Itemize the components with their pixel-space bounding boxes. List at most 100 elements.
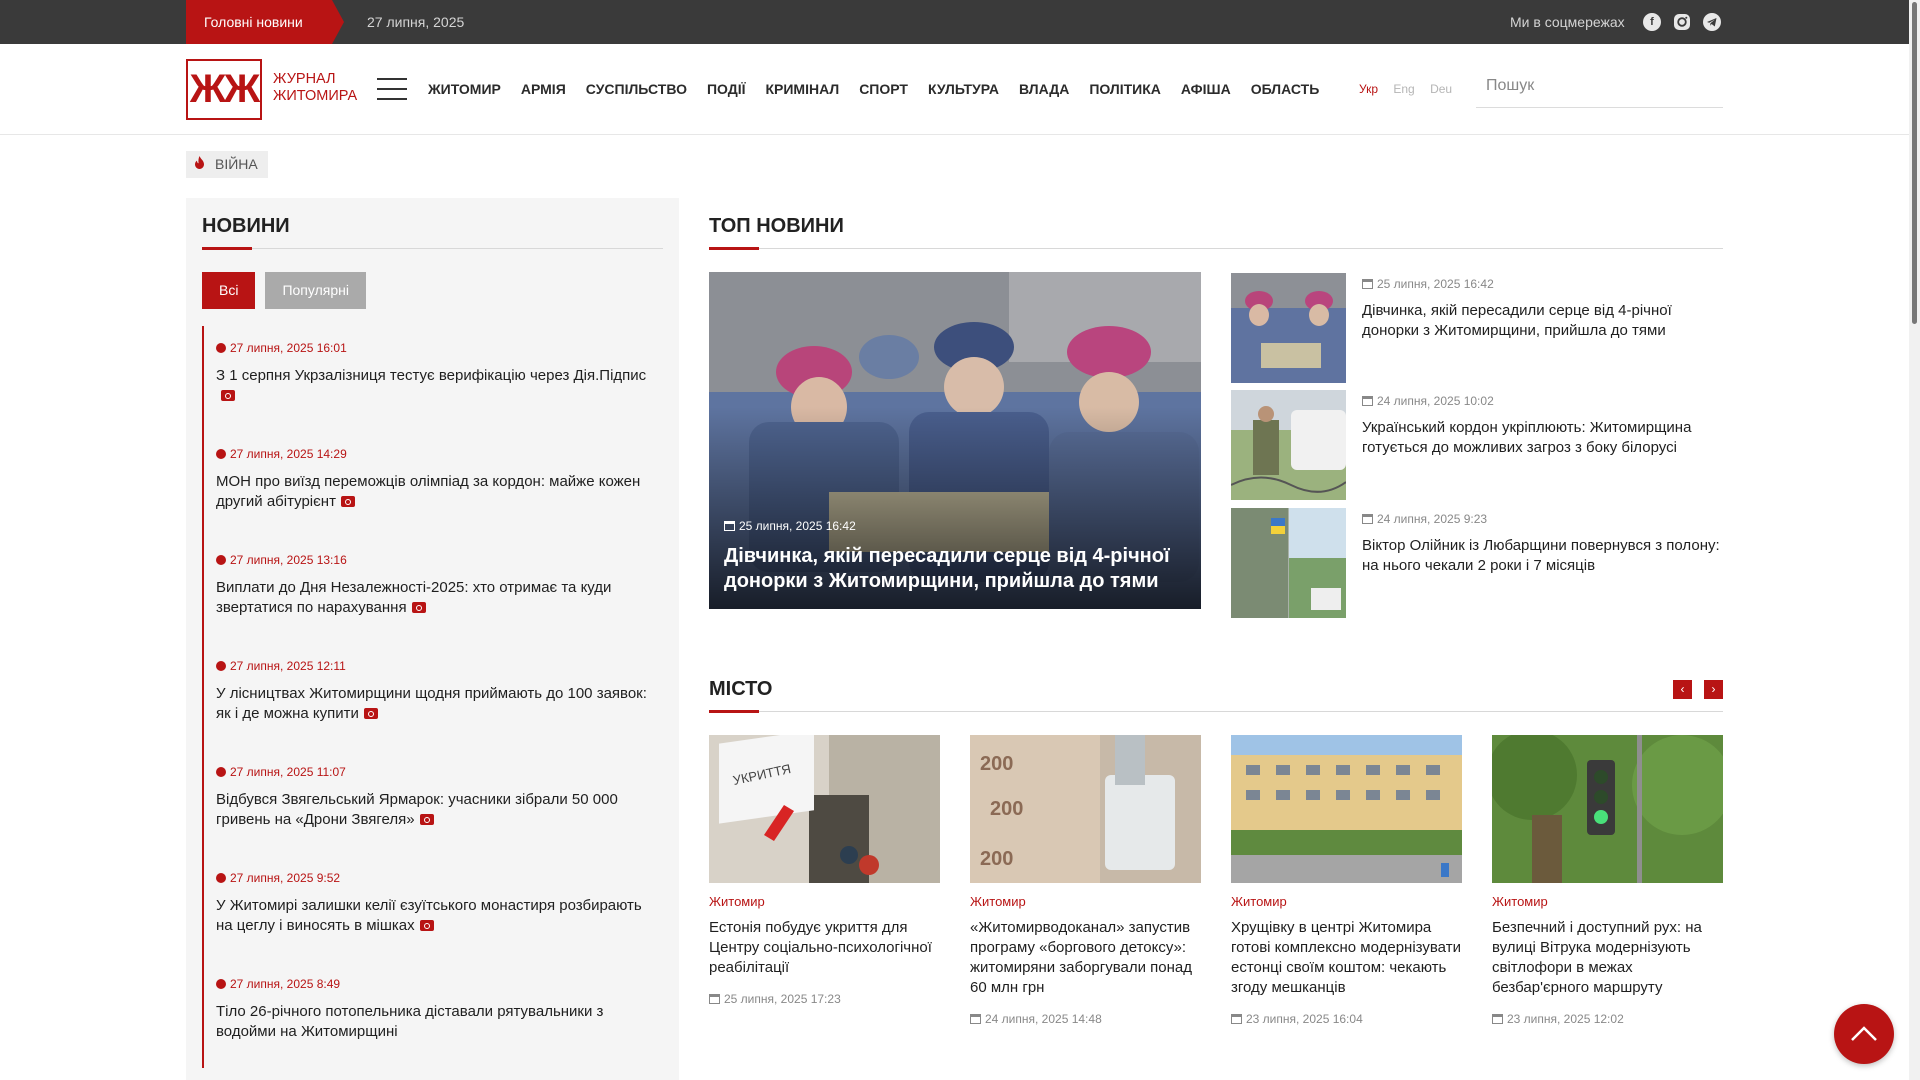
clock-icon <box>216 343 226 353</box>
nav-item-region[interactable]: ОБЛАСТЬ <box>1251 81 1320 97</box>
list-item[interactable]: 27 липня, 2025 12:11 У лісництвах Житоми… <box>202 644 663 750</box>
tag-label: ВІЙНА <box>215 156 258 172</box>
page-scrollbar[interactable] <box>1909 0 1920 1080</box>
flame-icon <box>194 151 205 178</box>
feature-article[interactable]: 25 липня, 2025 16:42 Дівчинка, якій пере… <box>709 272 1201 609</box>
calendar-icon <box>1362 396 1373 406</box>
news-thumbnail[interactable] <box>1231 508 1346 618</box>
news-thumbnail[interactable] <box>1231 390 1346 500</box>
news-thumbnail[interactable] <box>1231 273 1346 383</box>
city-section-title: МІСТО <box>709 678 773 700</box>
list-item[interactable]: 27 липня, 2025 8:49 Тіло 26-річного пото… <box>202 962 663 1068</box>
card-image[interactable] <box>1231 735 1462 883</box>
top-news-title: ТОП НОВИНИ <box>709 215 844 237</box>
search-input[interactable] <box>1476 64 1723 108</box>
camera-icon <box>363 708 378 719</box>
camera-icon <box>221 390 235 401</box>
menu-icon[interactable] <box>377 78 407 108</box>
list-item[interactable]: 27 липня, 2025 13:16 Виплати до Дня Неза… <box>202 538 663 644</box>
top-news-item[interactable]: 24 липня, 2025 9:23 Віктор Олійник із Лю… <box>1231 508 1723 618</box>
card-category[interactable]: Житомир <box>1231 894 1462 909</box>
list-item[interactable]: 27 липня, 2025 14:29 МОН про виїзд перем… <box>202 432 663 538</box>
list-item[interactable]: 27 липня, 2025 11:07 Відбувся Звягельськ… <box>202 750 663 856</box>
nav-item-sport[interactable]: СПОРТ <box>859 81 908 97</box>
card-image[interactable]: УКРИТТЯ <box>709 735 940 883</box>
news-title[interactable]: Дівчинка, якій пересадили серце від 4-рі… <box>1362 301 1723 341</box>
news-time: 27 липня, 2025 14:29 <box>230 447 347 461</box>
banknote-text: 200 <box>980 848 1013 870</box>
logo-line-1: ЖУРНАЛ <box>273 71 336 87</box>
tab-all[interactable]: Всі <box>202 272 256 309</box>
lang-ukr[interactable]: Укр <box>1359 82 1378 96</box>
city-card[interactable]: 200 200 200 Житомир «Житомирводоканал» зап… <box>970 735 1201 1026</box>
main-news-label: Головні новини <box>204 14 303 30</box>
news-title[interactable]: Відбувся Звягельський Ярмарок: учасники … <box>216 791 618 828</box>
news-time: 27 липня, 2025 16:01 <box>230 341 347 355</box>
card-image[interactable] <box>1492 735 1723 883</box>
list-item[interactable]: 27 липня, 2025 16:01 З 1 серпня Укрзаліз… <box>202 326 663 432</box>
news-time: 27 липня, 2025 9:52 <box>230 871 341 885</box>
top-news-item[interactable]: 25 липня, 2025 16:42 Дівчинка, якій пере… <box>1231 273 1723 383</box>
nav-item-zhytomyr[interactable]: ЖИТОМИР <box>428 81 501 97</box>
nav-item-government[interactable]: ВЛАДА <box>1019 81 1069 97</box>
card-category[interactable]: Житомир <box>970 894 1201 909</box>
banknote-text: 200 <box>990 798 1023 820</box>
card-category[interactable]: Житомир <box>1492 894 1723 909</box>
nav-item-politics[interactable]: ПОЛІТИКА <box>1089 81 1161 97</box>
nav-item-events[interactable]: ПОДІЇ <box>707 81 746 97</box>
city-card[interactable]: Житомир Безпечний і доступний рух: на ву… <box>1492 735 1723 1026</box>
war-tag[interactable]: ВІЙНА <box>186 151 268 178</box>
scrollbar-thumb[interactable] <box>1912 2 1917 324</box>
lang-eng[interactable]: Eng <box>1393 82 1414 96</box>
site-logo-text[interactable]: ЖУРНАЛ ЖИТОМИРА <box>273 71 357 105</box>
tab-popular[interactable]: Популярні <box>265 272 366 309</box>
clock-icon <box>216 873 226 883</box>
card-title[interactable]: «Житомирводоканал» запустив програму «бо… <box>970 918 1201 998</box>
news-title[interactable]: МОН про виїзд переможців олімпіад за кор… <box>216 473 640 510</box>
card-title[interactable]: Хрущівку в центрі Житомира готові компле… <box>1231 918 1462 998</box>
news-title[interactable]: З 1 серпня Укрзалізниця тестує верифікац… <box>216 367 646 384</box>
instagram-icon[interactable] <box>1673 13 1691 31</box>
card-category[interactable]: Житомир <box>709 894 940 909</box>
news-date: 24 липня, 2025 10:02 <box>1377 394 1494 408</box>
news-title[interactable]: Віктор Олійник із Любарщини повернувся з… <box>1362 536 1723 576</box>
card-title[interactable]: Безпечний і доступний рух: на вулиці Віт… <box>1492 918 1723 998</box>
card-title[interactable]: Естонія побудує укриття для Центру соціа… <box>709 918 940 978</box>
site-logo[interactable]: ЖЖ <box>186 59 262 120</box>
clock-icon <box>216 449 226 459</box>
top-bar: Головні новини 27 липня, 2025 Ми в соцме… <box>0 0 1909 44</box>
feature-title[interactable]: Дівчинка, якій пересадили серце від 4-рі… <box>724 544 1184 594</box>
news-date: 24 липня, 2025 9:23 <box>1377 512 1488 526</box>
nav-item-army[interactable]: АРМІЯ <box>521 81 566 97</box>
news-time: 27 липня, 2025 8:49 <box>230 977 341 991</box>
site-header: ЖЖ ЖУРНАЛ ЖИТОМИРА ЖИТОМИР АРМІЯ СУСПІЛЬ… <box>0 44 1909 135</box>
news-title[interactable]: Тіло 26-річного потопельника діставали р… <box>216 1003 603 1040</box>
news-time: 27 липня, 2025 11:07 <box>230 765 346 779</box>
nav-item-crime[interactable]: КРИМІНАЛ <box>765 81 839 97</box>
nav-item-culture[interactable]: КУЛЬТУРА <box>928 81 999 97</box>
clock-icon <box>216 979 226 989</box>
camera-icon <box>419 920 434 931</box>
main-news-link[interactable]: Головні новини <box>186 0 344 44</box>
nav-item-society[interactable]: СУСПІЛЬСТВО <box>586 81 687 97</box>
scroll-to-top-button[interactable] <box>1834 1004 1894 1064</box>
carousel-next-button[interactable]: › <box>1704 680 1723 699</box>
calendar-icon <box>1492 1014 1503 1024</box>
news-title[interactable]: Український кордон укріплюють: Житомирщи… <box>1362 418 1723 458</box>
carousel-prev-button[interactable]: ‹ <box>1673 680 1692 699</box>
calendar-icon <box>970 1014 981 1024</box>
city-card[interactable]: УКРИТТЯ Житомир Естонія побудує укриття … <box>709 735 940 1006</box>
facebook-icon[interactable]: f <box>1643 13 1661 31</box>
clock-icon <box>216 767 226 777</box>
news-title[interactable]: У лісництвах Житомирщини щодня приймають… <box>216 685 647 722</box>
list-item[interactable]: 27 липня, 2025 9:52 У Житомирі залишки к… <box>202 856 663 962</box>
title-accent <box>709 247 759 250</box>
card-image[interactable]: 200 200 200 <box>970 735 1201 883</box>
telegram-icon[interactable] <box>1703 13 1721 31</box>
top-news-item[interactable]: 24 липня, 2025 10:02 Український кордон … <box>1231 390 1723 500</box>
news-tabs: Всі Популярні <box>202 272 376 309</box>
nav-item-poster[interactable]: АФІША <box>1181 81 1231 97</box>
title-accent <box>202 247 252 250</box>
lang-deu[interactable]: Deu <box>1430 82 1452 96</box>
city-card[interactable]: Житомир Хрущівку в центрі Житомира готов… <box>1231 735 1462 1026</box>
